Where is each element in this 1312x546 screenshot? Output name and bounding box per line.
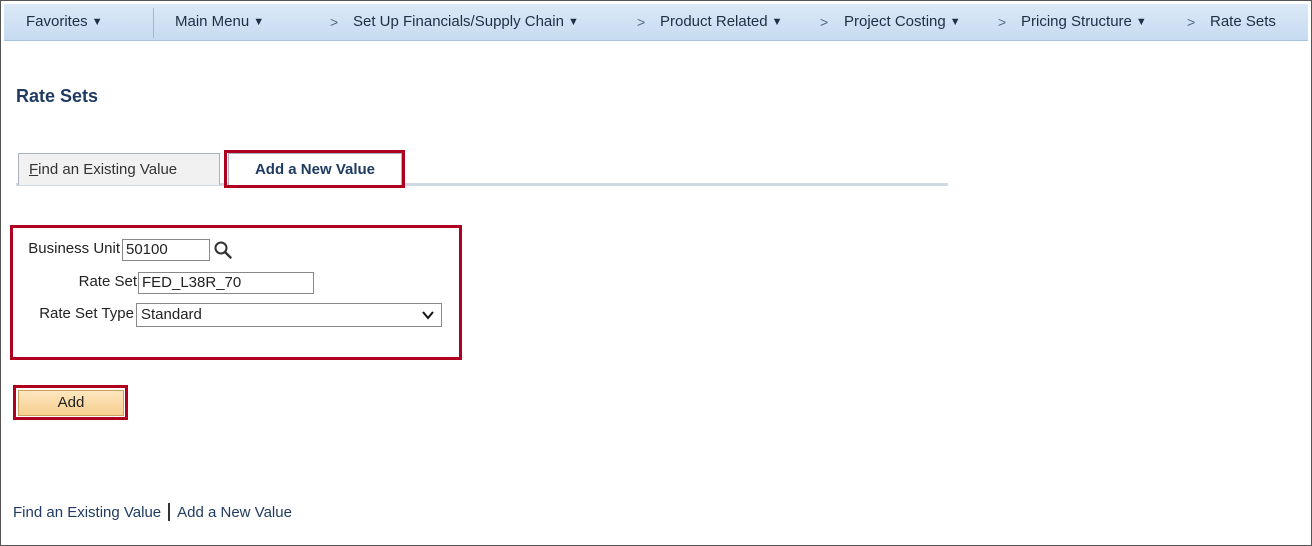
nav-divider: [153, 8, 154, 38]
breadcrumb-setup-financials[interactable]: Set Up Financials/Supply Chain ▼: [353, 4, 579, 40]
breadcrumb-label: Pricing Structure: [1021, 13, 1132, 30]
rate-set-type-label: Rate Set Type: [39, 305, 134, 322]
breadcrumb-label: Project Costing: [844, 13, 946, 30]
tab-accesskey: F: [29, 161, 39, 178]
caret-down-icon: ▼: [771, 16, 783, 28]
highlight-tab-add: [224, 150, 405, 188]
tab-find-existing-value[interactable]: Find an Existing Value: [18, 153, 220, 185]
breadcrumb-separator: >: [637, 14, 646, 30]
highlight-add-button: [13, 385, 128, 420]
business-unit-label: Business Unit: [28, 240, 120, 257]
footer-add-new-link[interactable]: Add a New Value: [177, 504, 292, 521]
rate-set-type-select[interactable]: Standard: [136, 303, 442, 327]
caret-down-icon: ▼: [91, 16, 103, 28]
footer-links: Find an Existing Value Add a New Value: [13, 503, 292, 522]
favorites-label: Favorites: [26, 13, 88, 30]
favorites-menu[interactable]: Favorites ▼: [26, 4, 103, 40]
breadcrumb-label: Set Up Financials/Supply Chain: [353, 13, 564, 30]
main-menu[interactable]: Main Menu ▼: [175, 4, 264, 40]
magnifier-icon[interactable]: [213, 240, 233, 260]
breadcrumb-separator: >: [1187, 14, 1196, 30]
footer-find-existing-link[interactable]: Find an Existing Value: [13, 504, 161, 521]
caret-down-icon: ▼: [253, 16, 265, 28]
footer-divider: [168, 503, 171, 522]
chevron-down-icon: [422, 311, 434, 320]
caret-down-icon: ▼: [567, 16, 579, 28]
breadcrumb-project-costing[interactable]: Project Costing ▼: [844, 4, 961, 40]
breadcrumb-label: Product Related: [660, 13, 768, 30]
breadcrumb-product-related[interactable]: Product Related ▼: [660, 4, 782, 40]
breadcrumb-separator: >: [998, 14, 1007, 30]
breadcrumb-pricing-structure[interactable]: Pricing Structure ▼: [1021, 4, 1147, 40]
business-unit-field[interactable]: 50100: [122, 239, 210, 261]
breadcrumb-current-rate-sets[interactable]: Rate Sets: [1210, 4, 1276, 40]
rate-set-field[interactable]: FED_L38R_70: [138, 272, 314, 294]
rate-set-label: Rate Set: [78, 273, 137, 290]
breadcrumb-separator: >: [330, 14, 339, 30]
tab-label: ind an Existing Value: [38, 161, 178, 178]
caret-down-icon: ▼: [949, 16, 961, 28]
caret-down-icon: ▼: [1135, 16, 1147, 28]
top-navbar: Favorites ▼ Main Menu ▼ > Set Up Financial…: [4, 4, 1308, 41]
breadcrumb-separator: >: [820, 14, 829, 30]
main-menu-label: Main Menu: [175, 13, 250, 30]
page-title: Rate Sets: [16, 86, 99, 106]
rate-set-type-value: Standard: [141, 306, 202, 323]
